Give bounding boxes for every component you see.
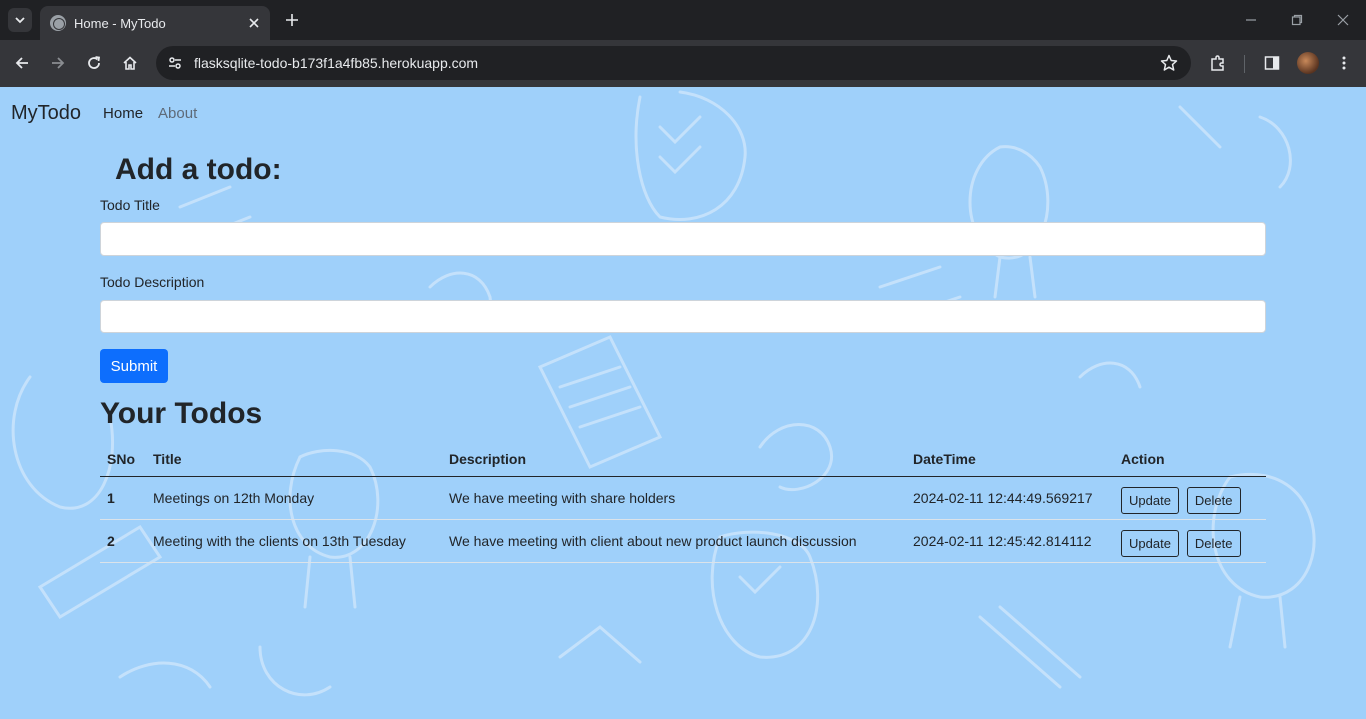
todo-sno: 1: [100, 476, 146, 520]
side-panel-button[interactable]: [1261, 52, 1283, 74]
url-text[interactable]: flasksqlite-todo-b173f1a4fb85.herokuapp.…: [194, 55, 1159, 71]
star-icon: [1160, 54, 1178, 71]
forward-button[interactable]: [47, 52, 69, 74]
globe-icon: [50, 15, 66, 31]
nav-link-about[interactable]: About: [158, 105, 197, 122]
todo-description: We have meeting with share holders: [442, 476, 906, 520]
browser-menu-button[interactable]: [1333, 52, 1355, 74]
todo-title: Meetings on 12th Monday: [146, 476, 442, 520]
update-button[interactable]: Update: [1121, 530, 1179, 557]
browser-tab-bar: Home - MyTodo: [0, 0, 1366, 40]
new-tab-button[interactable]: [282, 10, 302, 30]
tab-title: Home - MyTodo: [74, 15, 166, 31]
nav-link-home[interactable]: Home: [103, 105, 143, 122]
browser-toolbar: flasksqlite-todo-b173f1a4fb85.herokuapp.…: [0, 40, 1366, 87]
site-navbar: MyTodo Home About: [0, 87, 1366, 139]
todo-actions: Update Delete: [1114, 476, 1266, 520]
brand-logo[interactable]: MyTodo: [11, 102, 81, 125]
profile-avatar[interactable]: [1297, 52, 1319, 74]
back-button[interactable]: [11, 52, 33, 74]
web-page: MyTodo Home About Add a todo: Todo Title…: [0, 87, 1366, 719]
todo-title: Meeting with the clients on 13th Tuesday: [146, 519, 442, 563]
tab-close-button[interactable]: [246, 15, 262, 31]
add-todo-heading: Add a todo:: [115, 153, 282, 186]
tab-search-button[interactable]: [8, 8, 32, 32]
reload-icon: [88, 56, 101, 69]
puzzle-icon: [1211, 55, 1224, 71]
column-header-sno: SNo: [100, 442, 146, 477]
delete-button[interactable]: Delete: [1186, 487, 1241, 514]
close-icon: [249, 18, 259, 28]
minimize-icon: [1246, 19, 1256, 21]
extensions-button[interactable]: [1207, 52, 1229, 74]
todo-description: We have meeting with client about new pr…: [442, 519, 906, 563]
todo-actions: Update Delete: [1114, 519, 1266, 563]
todo-datetime: 2024-02-11 12:45:42.814112: [906, 519, 1114, 563]
todo-datetime: 2024-02-11 12:44:49.569217: [906, 476, 1114, 520]
kebab-menu-icon: [1342, 56, 1346, 70]
toolbar-divider: [1244, 55, 1245, 73]
todo-title-label: Todo Title: [100, 197, 160, 213]
todo-title-input[interactable]: [100, 222, 1266, 256]
table-row: 2 Meeting with the clients on 13th Tuesd…: [100, 519, 1266, 563]
update-button[interactable]: Update: [1121, 487, 1179, 514]
close-icon: [1337, 14, 1349, 26]
table-row: 1 Meetings on 12th Monday We have meetin…: [100, 476, 1266, 520]
home-icon: [123, 56, 137, 70]
table-header-row: SNo Title Description DateTime Action: [100, 442, 1266, 477]
tune-icon: [169, 57, 181, 69]
todo-description-label: Todo Description: [100, 274, 205, 290]
todo-sno: 2: [100, 519, 146, 563]
browser-tab[interactable]: Home - MyTodo: [40, 6, 270, 40]
todo-description-input[interactable]: [100, 300, 1266, 333]
restore-icon: [1291, 14, 1303, 26]
chevron-down-icon: [15, 17, 25, 24]
todos-table: SNo Title Description DateTime Action 1 …: [100, 442, 1266, 563]
submit-button[interactable]: Submit: [100, 349, 168, 383]
restore-button[interactable]: [1287, 10, 1307, 30]
column-header-title: Title: [146, 442, 442, 477]
arrow-right-icon: [52, 57, 65, 69]
reload-button[interactable]: [83, 52, 105, 74]
bookmark-button[interactable]: [1159, 53, 1179, 73]
column-header-datetime: DateTime: [906, 442, 1114, 477]
delete-button[interactable]: Delete: [1186, 530, 1241, 557]
plus-icon: [286, 14, 298, 26]
column-header-action: Action: [1114, 442, 1266, 477]
home-button[interactable]: [119, 52, 141, 74]
address-bar[interactable]: flasksqlite-todo-b173f1a4fb85.herokuapp.…: [156, 46, 1191, 80]
your-todos-heading: Your Todos: [100, 397, 263, 430]
site-info-button[interactable]: [166, 54, 184, 72]
column-header-description: Description: [442, 442, 906, 477]
side-panel-icon: [1264, 56, 1280, 70]
minimize-button[interactable]: [1241, 10, 1261, 30]
arrow-left-icon: [15, 57, 28, 69]
close-window-button[interactable]: [1333, 10, 1353, 30]
